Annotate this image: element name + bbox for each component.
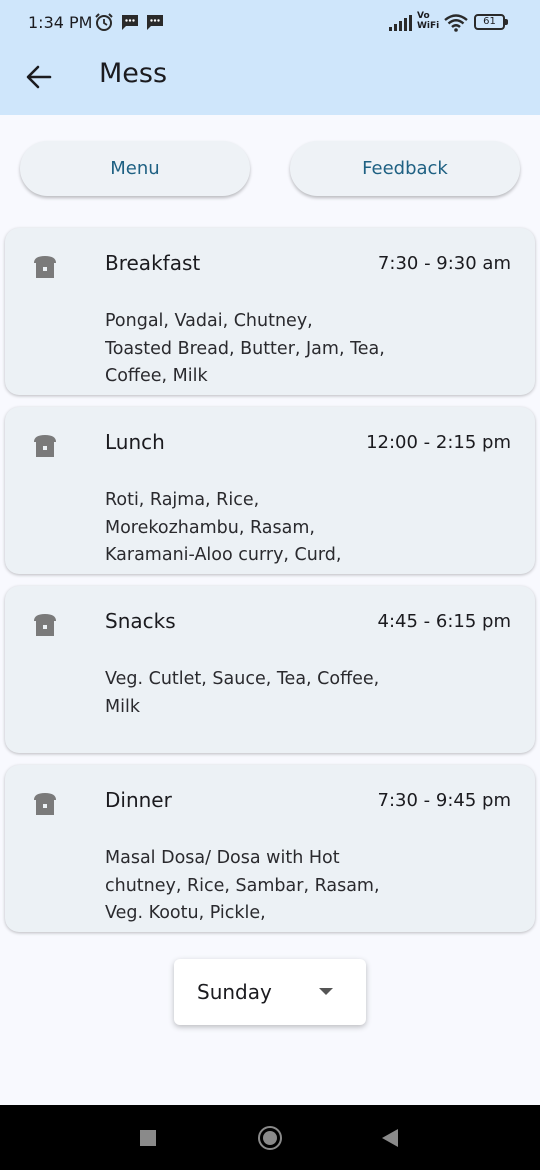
page-title: Mess [99, 58, 168, 89]
meal-name: Snacks [105, 609, 176, 633]
meal-time: 4:45 - 6:15 pm [377, 611, 511, 632]
battery-icon: 61 [474, 14, 508, 30]
menu-button[interactable]: Menu [20, 141, 250, 196]
alarm-icon [95, 13, 113, 31]
status-time: 1:34 PM [28, 13, 93, 32]
meal-name: Dinner [105, 788, 172, 812]
meal-name: Lunch [105, 430, 165, 454]
meal-items: Roti, Rajma, Rice, Morekozhambu, Rasam, … [105, 490, 342, 565]
wifi-icon [444, 14, 468, 32]
app-bar: 1:34 PM Vo WiFi 61 Mess [0, 0, 540, 115]
feedback-button[interactable]: Feedback [290, 141, 520, 196]
home-icon[interactable] [258, 1126, 282, 1150]
signal-icon [389, 15, 412, 31]
system-nav-bar [0, 1105, 540, 1170]
meal-card-dinner[interactable]: Dinner 7:30 - 9:45 pm Masal Dosa/ Dosa w… [5, 765, 535, 932]
day-dropdown[interactable]: Sunday [174, 959, 366, 1025]
meal-card-lunch[interactable]: Lunch 12:00 - 2:15 pm Roti, Rajma, Rice,… [5, 407, 535, 574]
meal-card-snacks[interactable]: Snacks 4:45 - 6:15 pm Veg. Cutlet, Sauce… [5, 586, 535, 753]
message-icon [122, 15, 138, 30]
bread-icon [34, 614, 56, 636]
recents-icon[interactable] [140, 1130, 156, 1146]
meal-time: 7:30 - 9:30 am [377, 253, 511, 274]
meal-name: Breakfast [105, 251, 201, 275]
meal-items: Masal Dosa/ Dosa with Hot chutney, Rice,… [105, 848, 380, 923]
bread-icon [34, 256, 56, 278]
meal-time: 7:30 - 9:45 pm [377, 790, 511, 811]
message-icon [147, 15, 163, 30]
meal-time: 12:00 - 2:15 pm [366, 432, 511, 453]
bread-icon [34, 435, 56, 457]
meal-items: Veg. Cutlet, Sauce, Tea, Coffee, Milk [105, 669, 380, 717]
caret-down-icon [319, 988, 333, 995]
meal-card-breakfast[interactable]: Breakfast 7:30 - 9:30 am Pongal, Vadai, … [5, 228, 535, 395]
back-icon[interactable] [382, 1129, 398, 1147]
meal-items: Pongal, Vadai, Chutney, Toasted Bread, B… [105, 311, 385, 386]
vowifi-label: Vo WiFi [417, 11, 440, 31]
bread-icon [34, 793, 56, 815]
back-button[interactable] [24, 60, 54, 94]
day-dropdown-value: Sunday [197, 980, 272, 1004]
status-bar: 1:34 PM Vo WiFi 61 [0, 0, 540, 46]
